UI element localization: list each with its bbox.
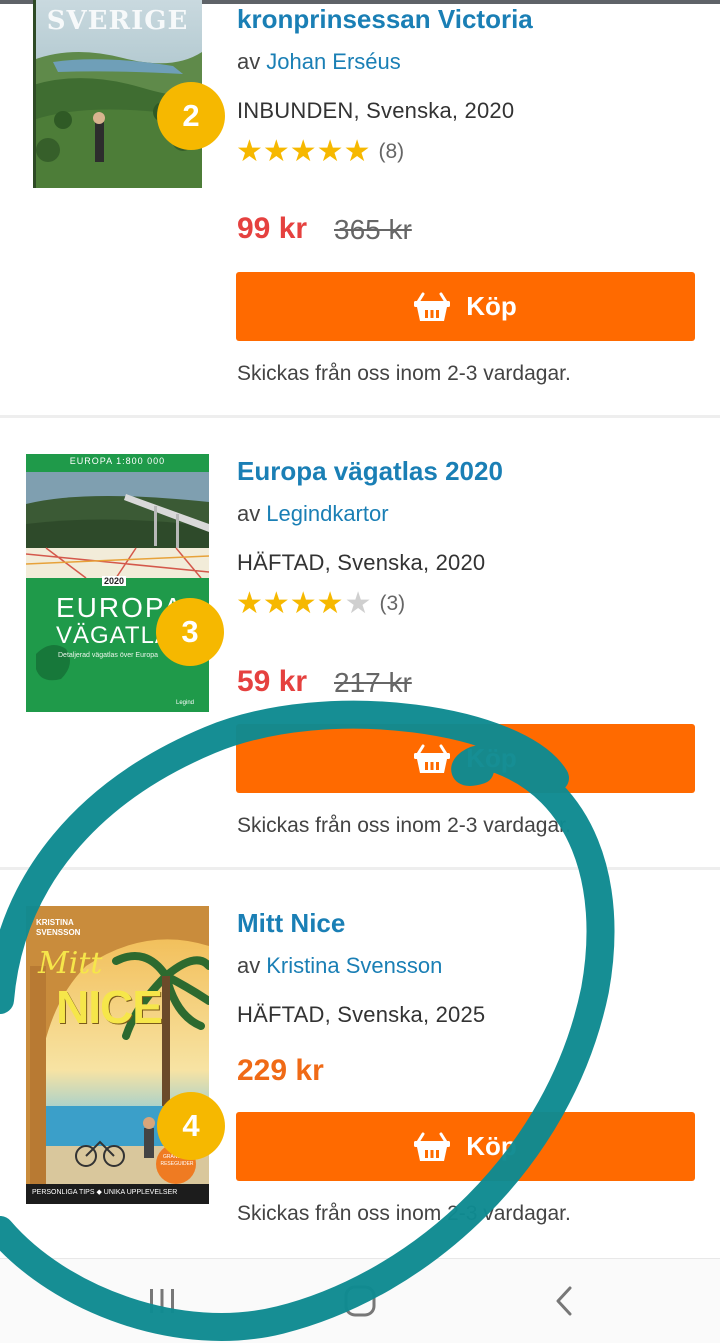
basket-icon	[414, 1132, 451, 1161]
product-title-link[interactable]: kronprinsessan Victoria	[237, 4, 533, 35]
product-price: 229 kr	[237, 1054, 324, 1087]
buy-button-label: Köp	[466, 1131, 517, 1161]
star-empty-icon: ★	[344, 587, 372, 620]
shipping-info: Skickas från oss inom 2-3 vardagar.	[237, 362, 571, 385]
rating-count: (3)	[379, 592, 406, 615]
rank-badge-3: 3	[156, 598, 224, 666]
cover-publisher: Legind	[176, 700, 195, 706]
original-price: 365 kr	[334, 214, 412, 245]
product-rating[interactable]: ★★★★★ (8)	[236, 137, 404, 167]
back-button[interactable]	[542, 1279, 586, 1323]
product-title-link[interactable]: Europa vägatlas 2020	[237, 456, 503, 487]
buy-button-label: Köp	[466, 291, 517, 321]
rank-badge-2: 2	[157, 82, 225, 150]
cover-script: Mitt	[38, 946, 103, 981]
product-format-meta: HÄFTAD, Svenska, 2020	[237, 550, 486, 575]
buy-button-label: Köp	[466, 743, 517, 773]
cover-author-line2: SVENSSON	[36, 928, 81, 937]
cover-banner: EUROPA 1:800 000	[69, 456, 166, 466]
rating-count: (8)	[378, 140, 405, 163]
star-icon: ★★★★	[236, 587, 344, 620]
cover-big-title: NICE	[56, 981, 163, 1033]
author-prefix: av	[237, 953, 261, 978]
basket-icon	[414, 744, 451, 773]
product-author: av Johan Erséus	[237, 49, 401, 75]
product-author: av Legindkartor	[237, 501, 389, 527]
recent-apps-button[interactable]	[140, 1279, 184, 1323]
system-navigation-bar	[0, 1258, 720, 1343]
product-format-meta: INBUNDEN, Svenska, 2020	[237, 98, 515, 123]
rank-badge-4: 4	[157, 1092, 225, 1160]
sale-price: 99 kr	[237, 212, 308, 245]
basket-icon	[414, 292, 451, 321]
product-title-link[interactable]: Mitt Nice	[237, 908, 345, 939]
product-divider	[0, 415, 720, 418]
shipping-info: Skickas från oss inom 2-3 vardagar.	[237, 814, 571, 837]
star-icon: ★★★★★	[236, 135, 371, 168]
original-price: 217 kr	[334, 667, 412, 698]
buy-button[interactable]: Köp	[236, 272, 695, 341]
sale-price: 59 kr	[237, 665, 308, 698]
author-prefix: av	[237, 49, 261, 74]
cover-title: SVERIGE	[46, 6, 189, 36]
home-icon	[344, 1285, 376, 1317]
cover-subtitle: Detaljerad vägatlas över Europa	[58, 652, 159, 659]
product-author: av Kristina Svensson	[237, 953, 442, 979]
cover-author-line1: KRISTINA	[36, 918, 74, 927]
back-icon	[556, 1286, 572, 1316]
product-divider	[0, 867, 720, 870]
author-link[interactable]: Kristina Svensson	[266, 953, 442, 978]
author-link[interactable]: Johan Erséus	[266, 49, 401, 74]
recent-apps-icon	[150, 1289, 174, 1313]
shipping-info: Skickas från oss inom 2-3 vardagar.	[237, 1202, 571, 1225]
book-cover-europa-vagatlas[interactable]: EUROPA 1:800 000 2020 EUROPA VÄGATLAS De…	[26, 454, 209, 712]
cover-year: 2020	[102, 576, 127, 586]
cover-footer: PERSONLIGA TIPS ◆ UNIKA UPPLEVELSER	[32, 1189, 178, 1196]
author-prefix: av	[237, 501, 261, 526]
buy-button[interactable]: Köp	[236, 1112, 695, 1181]
home-button[interactable]	[338, 1279, 382, 1323]
buy-button[interactable]: Köp	[236, 724, 695, 793]
book-cover-mitt-nice[interactable]: KRISTINA SVENSSON Mitt NICE PERSONLIGA T…	[26, 906, 209, 1204]
author-link[interactable]: Legindkartor	[266, 501, 388, 526]
product-rating[interactable]: ★★★★ ★ (3)	[236, 589, 405, 619]
star-icons: ★★★★★	[236, 589, 371, 619]
product-format-meta: HÄFTAD, Svenska, 2025	[237, 1002, 486, 1027]
star-icons: ★★★★★	[236, 137, 370, 167]
